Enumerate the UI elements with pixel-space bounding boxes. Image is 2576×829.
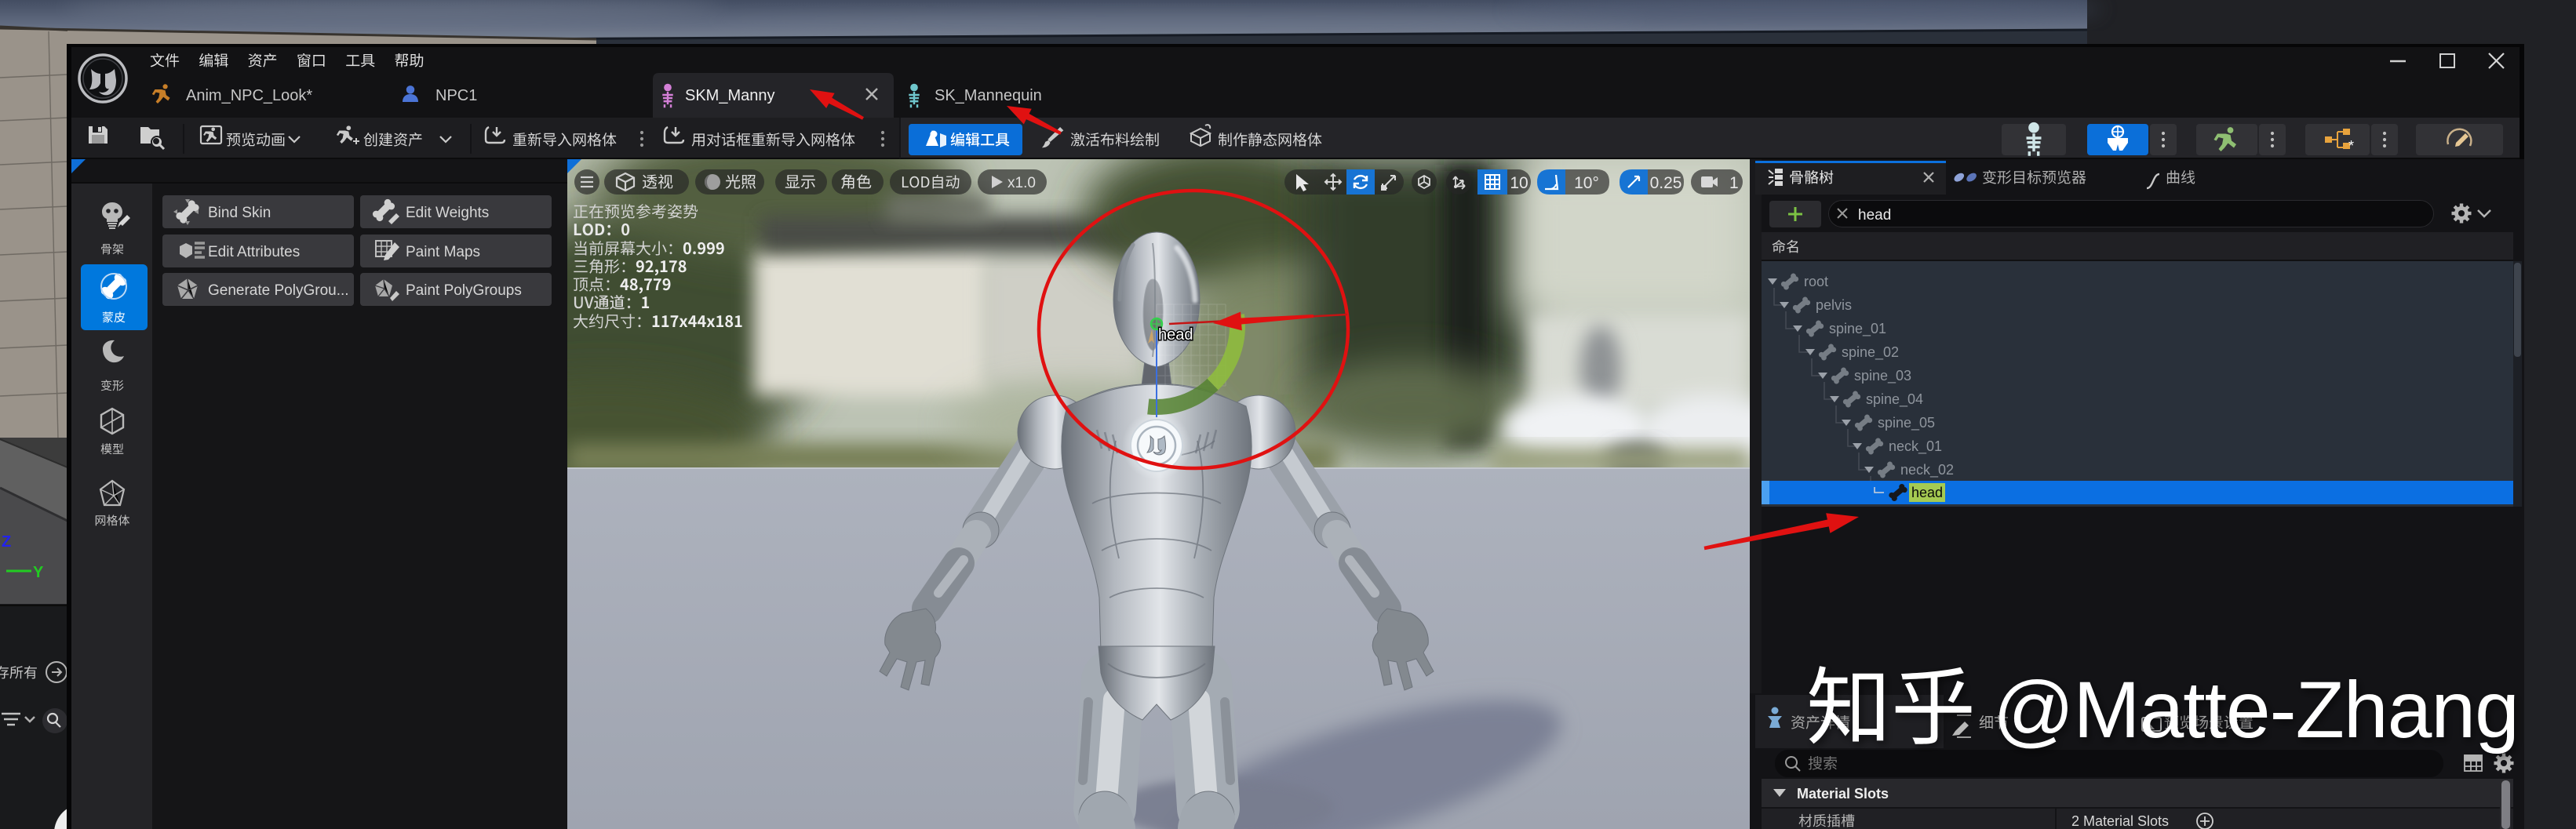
svg-text:spine_04: spine_04	[1866, 391, 1923, 408]
svg-text:x1.0: x1.0	[1007, 175, 1036, 191]
svg-text:Edit Weights: Edit Weights	[406, 205, 489, 221]
svg-text:Paint Maps: Paint Maps	[406, 244, 480, 260]
svg-text:spine_03: spine_03	[1854, 368, 1911, 384]
svg-text:spine_02: spine_02	[1842, 344, 1899, 361]
svg-text:neck_01: neck_01	[1889, 438, 1942, 455]
svg-text:10: 10	[1510, 174, 1528, 192]
svg-text:neck_02: neck_02	[1900, 462, 1954, 478]
svg-text:Material Slots: Material Slots	[1797, 786, 1889, 802]
svg-text:head: head	[1911, 485, 1943, 500]
svg-text:spine_01: spine_01	[1829, 321, 1886, 337]
svg-text:NPC1: NPC1	[435, 87, 477, 104]
svg-text:10°: 10°	[1574, 174, 1599, 192]
svg-text:Edit Attributes: Edit Attributes	[208, 244, 300, 260]
svg-text:Z: Z	[2, 533, 11, 551]
svg-text:SKM_Manny: SKM_Manny	[685, 87, 775, 104]
svg-text:@Matte-Zhang: @Matte-Zhang	[1993, 665, 2519, 754]
svg-text:root: root	[1804, 274, 1828, 289]
svg-text:2 Material Slots: 2 Material Slots	[2071, 813, 2169, 829]
svg-text:pelvis: pelvis	[1816, 297, 1852, 313]
svg-text:Anim_NPC_Look*: Anim_NPC_Look*	[186, 87, 312, 104]
svg-text:head: head	[1158, 326, 1193, 344]
svg-text:Bind Skin: Bind Skin	[208, 205, 271, 221]
svg-text:Generate PolyGrou...: Generate PolyGrou...	[208, 282, 349, 299]
svg-text:SK_Mannequin: SK_Mannequin	[935, 87, 1042, 104]
svg-text:Y: Y	[33, 564, 44, 581]
svg-text:0.25: 0.25	[1650, 174, 1682, 192]
svg-text:spine_05: spine_05	[1878, 415, 1935, 431]
svg-text:*: *	[2348, 138, 2354, 154]
svg-text:1: 1	[1729, 174, 1739, 192]
svg-text:head: head	[1858, 207, 1891, 224]
svg-text:Paint PolyGroups: Paint PolyGroups	[406, 282, 522, 299]
